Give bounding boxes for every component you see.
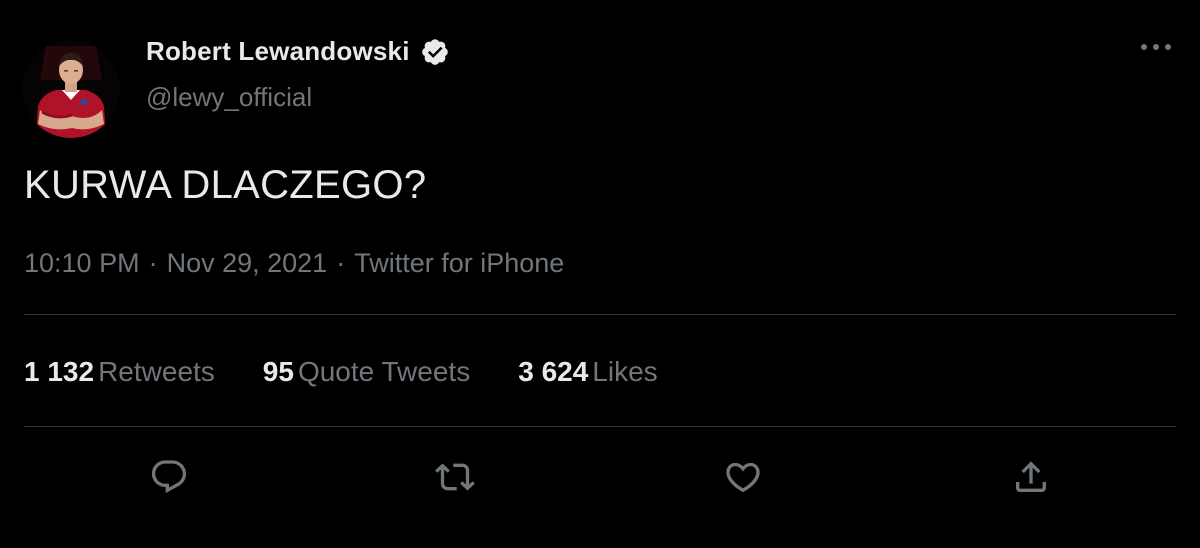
- verified-badge-icon: [421, 38, 448, 65]
- tweet-detail: Robert Lewandowski @lewy_official KURWA …: [0, 0, 1200, 548]
- like-icon: [726, 462, 760, 493]
- author-handle[interactable]: @lewy_official: [146, 82, 312, 113]
- divider: [24, 426, 1176, 427]
- author-name-row: Robert Lewandowski: [146, 36, 450, 67]
- meta-separator: ·: [148, 248, 158, 278]
- tweet-stats: 1 132 Retweets 95 Quote Tweets 3 624 Likes: [24, 356, 658, 388]
- reply-icon: [151, 460, 187, 494]
- like-button[interactable]: [720, 454, 766, 500]
- quote-tweets-label: Quote Tweets: [297, 356, 471, 387]
- author-display-name[interactable]: Robert Lewandowski: [146, 36, 410, 67]
- retweets-count: 1 132: [24, 356, 95, 387]
- tweet-time[interactable]: 10:10 PM: [24, 248, 140, 278]
- likes-label: Likes: [592, 356, 658, 387]
- share-icon: [1016, 461, 1046, 492]
- retweets-label: Retweets: [98, 356, 215, 387]
- retweets-stat[interactable]: 1 132 Retweets: [24, 356, 215, 388]
- share-button[interactable]: [1008, 454, 1054, 500]
- tweet-date[interactable]: Nov 29, 2021: [167, 248, 328, 278]
- likes-count: 3 624: [518, 356, 589, 387]
- tweet-text: KURWA DLACZEGO?: [24, 163, 427, 207]
- tweet-actions: [0, 454, 1200, 500]
- retweet-button[interactable]: [432, 454, 478, 500]
- likes-stat[interactable]: 3 624 Likes: [518, 356, 657, 388]
- avatar[interactable]: [22, 40, 120, 138]
- more-options-icon[interactable]: [1138, 36, 1174, 58]
- retweet-icon: [435, 463, 475, 491]
- tweet-source[interactable]: Twitter for iPhone: [354, 248, 564, 278]
- reply-button[interactable]: [146, 454, 192, 500]
- quote-tweets-stat[interactable]: 95 Quote Tweets: [263, 356, 470, 388]
- player-avatar-icon: [22, 40, 120, 138]
- quote-tweets-count: 95: [262, 356, 294, 387]
- meta-separator: ·: [336, 248, 346, 278]
- tweet-meta: 10:10 PM · Nov 29, 2021 · Twitter for iPhone: [24, 248, 564, 279]
- divider: [24, 314, 1176, 315]
